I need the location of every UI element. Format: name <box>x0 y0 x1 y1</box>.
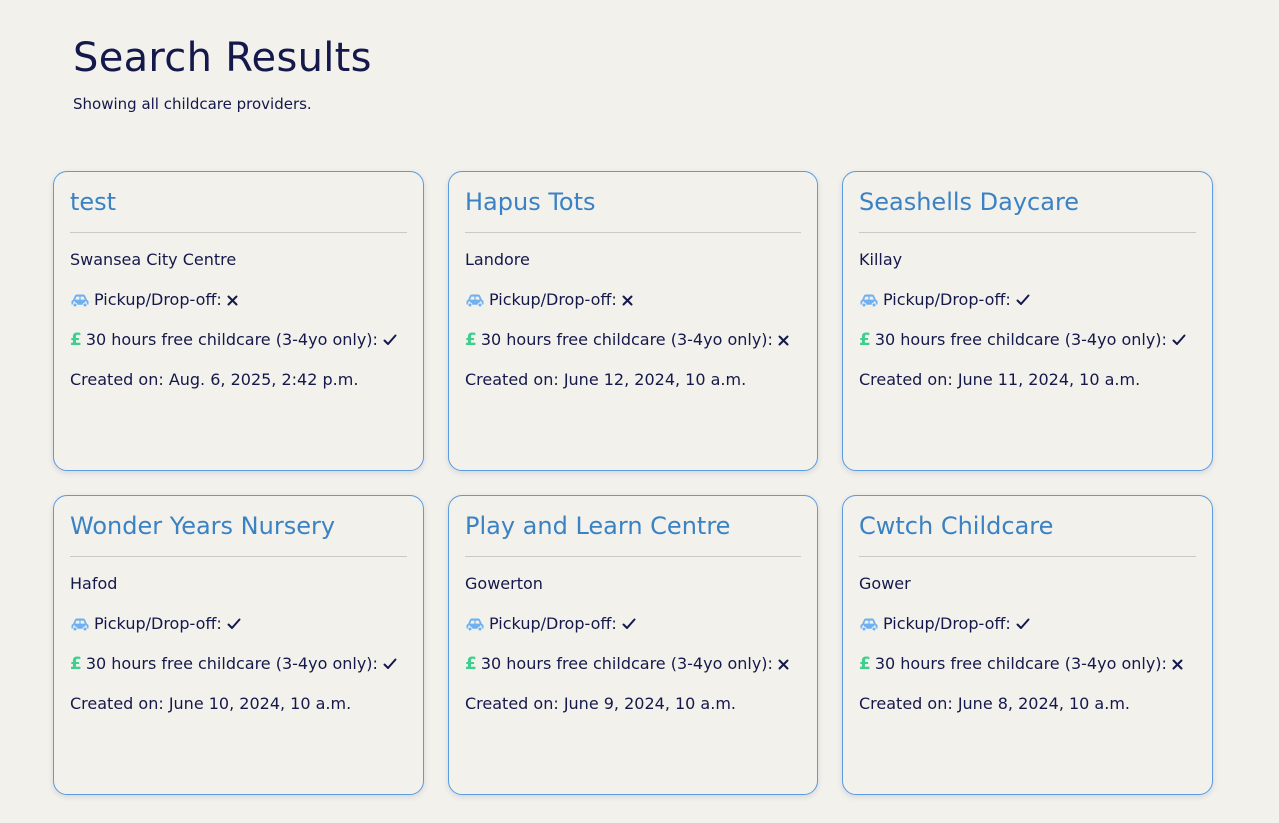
created-date: Created on: June 9, 2024, 10 a.m. <box>465 694 736 713</box>
pickup-label: Pickup/Drop-off: <box>489 614 617 633</box>
pickup-cross-icon <box>622 295 633 306</box>
pickup-row: Pickup/Drop-off: <box>859 289 1196 311</box>
results-grid: test Swansea City Centre Pickup/Drop-off… <box>53 171 1213 795</box>
pickup-row: Pickup/Drop-off: <box>465 289 801 311</box>
pickup-row: Pickup/Drop-off: <box>70 289 407 311</box>
provider-name[interactable]: Play and Learn Centre <box>465 510 801 557</box>
pound-icon: £ <box>465 330 477 350</box>
created-date: Created on: June 10, 2024, 10 a.m. <box>70 694 352 713</box>
provider-card[interactable]: Cwtch Childcare Gower Pickup/Drop-off: £… <box>842 495 1213 795</box>
car-icon <box>859 292 879 308</box>
provider-location: Gower <box>859 574 911 593</box>
page-title: Search Results <box>73 35 372 81</box>
pound-icon: £ <box>465 654 477 674</box>
free-childcare-cross-icon <box>778 659 789 670</box>
car-icon <box>70 616 90 632</box>
provider-location: Swansea City Centre <box>70 250 237 269</box>
car-icon <box>859 616 879 632</box>
free-childcare-row: £ 30 hours free childcare (3-4yo only): <box>465 653 801 675</box>
pickup-label: Pickup/Drop-off: <box>883 290 1011 309</box>
car-icon <box>465 292 485 308</box>
car-icon <box>465 616 485 632</box>
created-date: Created on: June 11, 2024, 10 a.m. <box>859 370 1141 389</box>
pickup-label: Pickup/Drop-off: <box>489 290 617 309</box>
provider-card[interactable]: Hapus Tots Landore Pickup/Drop-off: £ 30… <box>448 171 818 471</box>
pound-icon: £ <box>859 330 871 350</box>
provider-card[interactable]: Wonder Years Nursery Hafod Pickup/Drop-o… <box>53 495 424 795</box>
provider-card[interactable]: test Swansea City Centre Pickup/Drop-off… <box>53 171 424 471</box>
pickup-label: Pickup/Drop-off: <box>94 614 222 633</box>
provider-name[interactable]: Seashells Daycare <box>859 186 1196 233</box>
pickup-label: Pickup/Drop-off: <box>94 290 222 309</box>
free-childcare-label: 30 hours free childcare (3-4yo only): <box>874 654 1167 673</box>
free-childcare-check-icon <box>383 334 397 346</box>
free-childcare-row: £ 30 hours free childcare (3-4yo only): <box>465 329 801 351</box>
pickup-row: Pickup/Drop-off: <box>859 613 1196 635</box>
provider-location: Hafod <box>70 574 118 593</box>
free-childcare-label: 30 hours free childcare (3-4yo only): <box>480 654 773 673</box>
free-childcare-row: £ 30 hours free childcare (3-4yo only): <box>70 653 407 675</box>
free-childcare-check-icon <box>1172 334 1186 346</box>
free-childcare-cross-icon <box>1172 659 1183 670</box>
provider-name[interactable]: Hapus Tots <box>465 186 801 233</box>
created-date: Created on: Aug. 6, 2025, 2:42 p.m. <box>70 370 359 389</box>
free-childcare-cross-icon <box>778 335 789 346</box>
pickup-check-icon <box>622 618 636 630</box>
free-childcare-label: 30 hours free childcare (3-4yo only): <box>480 330 773 349</box>
page-header: Search Results Showing all childcare pro… <box>73 30 372 114</box>
provider-name[interactable]: test <box>70 186 407 233</box>
free-childcare-label: 30 hours free childcare (3-4yo only): <box>85 654 378 673</box>
pickup-check-icon <box>1016 294 1030 306</box>
created-date: Created on: June 12, 2024, 10 a.m. <box>465 370 747 389</box>
pickup-check-icon <box>1016 618 1030 630</box>
provider-card[interactable]: Seashells Daycare Killay Pickup/Drop-off… <box>842 171 1213 471</box>
free-childcare-label: 30 hours free childcare (3-4yo only): <box>85 330 378 349</box>
provider-location: Landore <box>465 250 530 269</box>
pickup-check-icon <box>227 618 241 630</box>
pickup-label: Pickup/Drop-off: <box>883 614 1011 633</box>
free-childcare-label: 30 hours free childcare (3-4yo only): <box>874 330 1167 349</box>
pickup-cross-icon <box>227 295 238 306</box>
car-icon <box>70 292 90 308</box>
provider-card[interactable]: Play and Learn Centre Gowerton Pickup/Dr… <box>448 495 818 795</box>
pound-icon: £ <box>859 654 871 674</box>
provider-location: Killay <box>859 250 903 269</box>
provider-location: Gowerton <box>465 574 543 593</box>
pound-icon: £ <box>70 330 82 350</box>
free-childcare-row: £ 30 hours free childcare (3-4yo only): <box>859 653 1196 675</box>
pickup-row: Pickup/Drop-off: <box>70 613 407 635</box>
free-childcare-check-icon <box>383 658 397 670</box>
provider-name[interactable]: Wonder Years Nursery <box>70 510 407 557</box>
provider-name[interactable]: Cwtch Childcare <box>859 510 1196 557</box>
pickup-row: Pickup/Drop-off: <box>465 613 801 635</box>
page-subtitle: Showing all childcare providers. <box>73 95 312 113</box>
free-childcare-row: £ 30 hours free childcare (3-4yo only): <box>70 329 407 351</box>
free-childcare-row: £ 30 hours free childcare (3-4yo only): <box>859 329 1196 351</box>
created-date: Created on: June 8, 2024, 10 a.m. <box>859 694 1130 713</box>
pound-icon: £ <box>70 654 82 674</box>
